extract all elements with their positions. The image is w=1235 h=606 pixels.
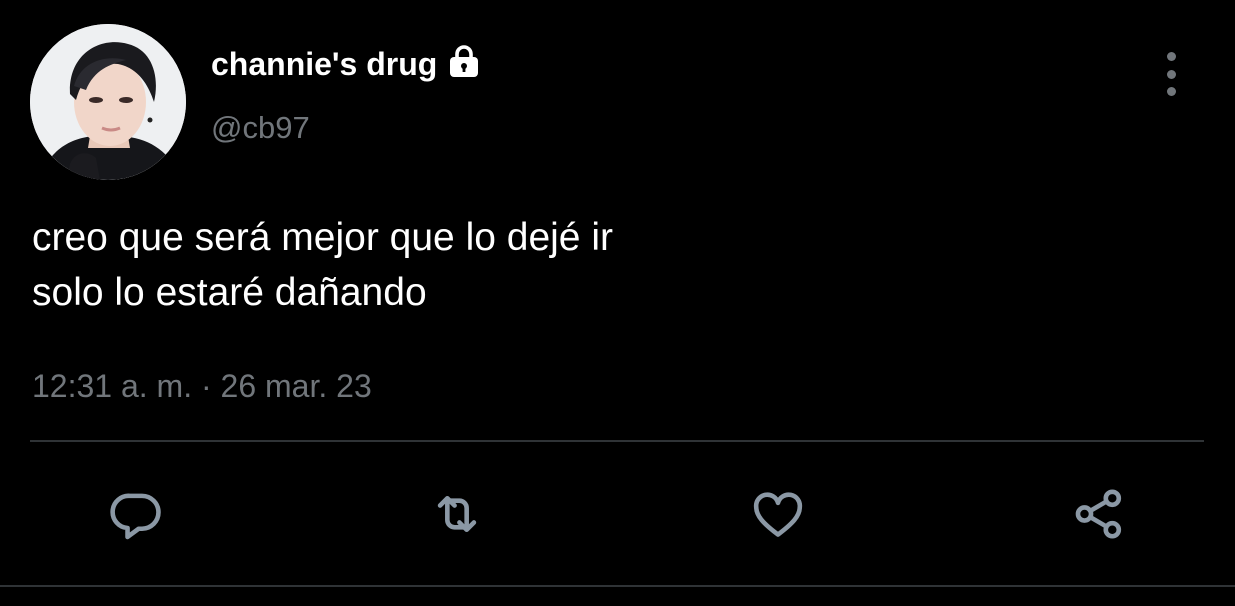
more-options-button[interactable] <box>1152 52 1190 96</box>
bottom-divider <box>0 585 1235 587</box>
heart-icon <box>753 492 803 537</box>
lock-icon <box>446 43 482 79</box>
tweet-text-line: solo lo estaré dañando <box>32 271 427 314</box>
more-dot-icon <box>1166 87 1176 96</box>
retweet-icon <box>437 495 477 533</box>
more-dot-icon <box>1166 52 1176 61</box>
avatar[interactable] <box>30 24 186 180</box>
display-name-text: channie's drug <box>211 46 438 82</box>
display-name[interactable]: channie's drug <box>211 44 482 84</box>
retweet-button[interactable] <box>425 482 489 546</box>
share-button[interactable] <box>1067 482 1131 546</box>
user-handle[interactable]: @cb97 <box>211 108 310 148</box>
tweet-timestamp[interactable]: 12:31 a. m. · 26 mar. 23 <box>32 364 372 408</box>
share-icon <box>1075 489 1122 539</box>
like-button[interactable] <box>746 482 810 546</box>
more-dot-icon <box>1166 69 1176 79</box>
divider <box>30 440 1204 442</box>
tweet-text-line: creo que será mejor que lo dejé ir <box>32 216 613 259</box>
avatar-photo <box>30 24 186 180</box>
reply-icon <box>110 493 161 540</box>
tweet-text: creo que será mejor que lo dejé ir solo … <box>32 210 1182 320</box>
reply-button[interactable] <box>104 482 168 546</box>
